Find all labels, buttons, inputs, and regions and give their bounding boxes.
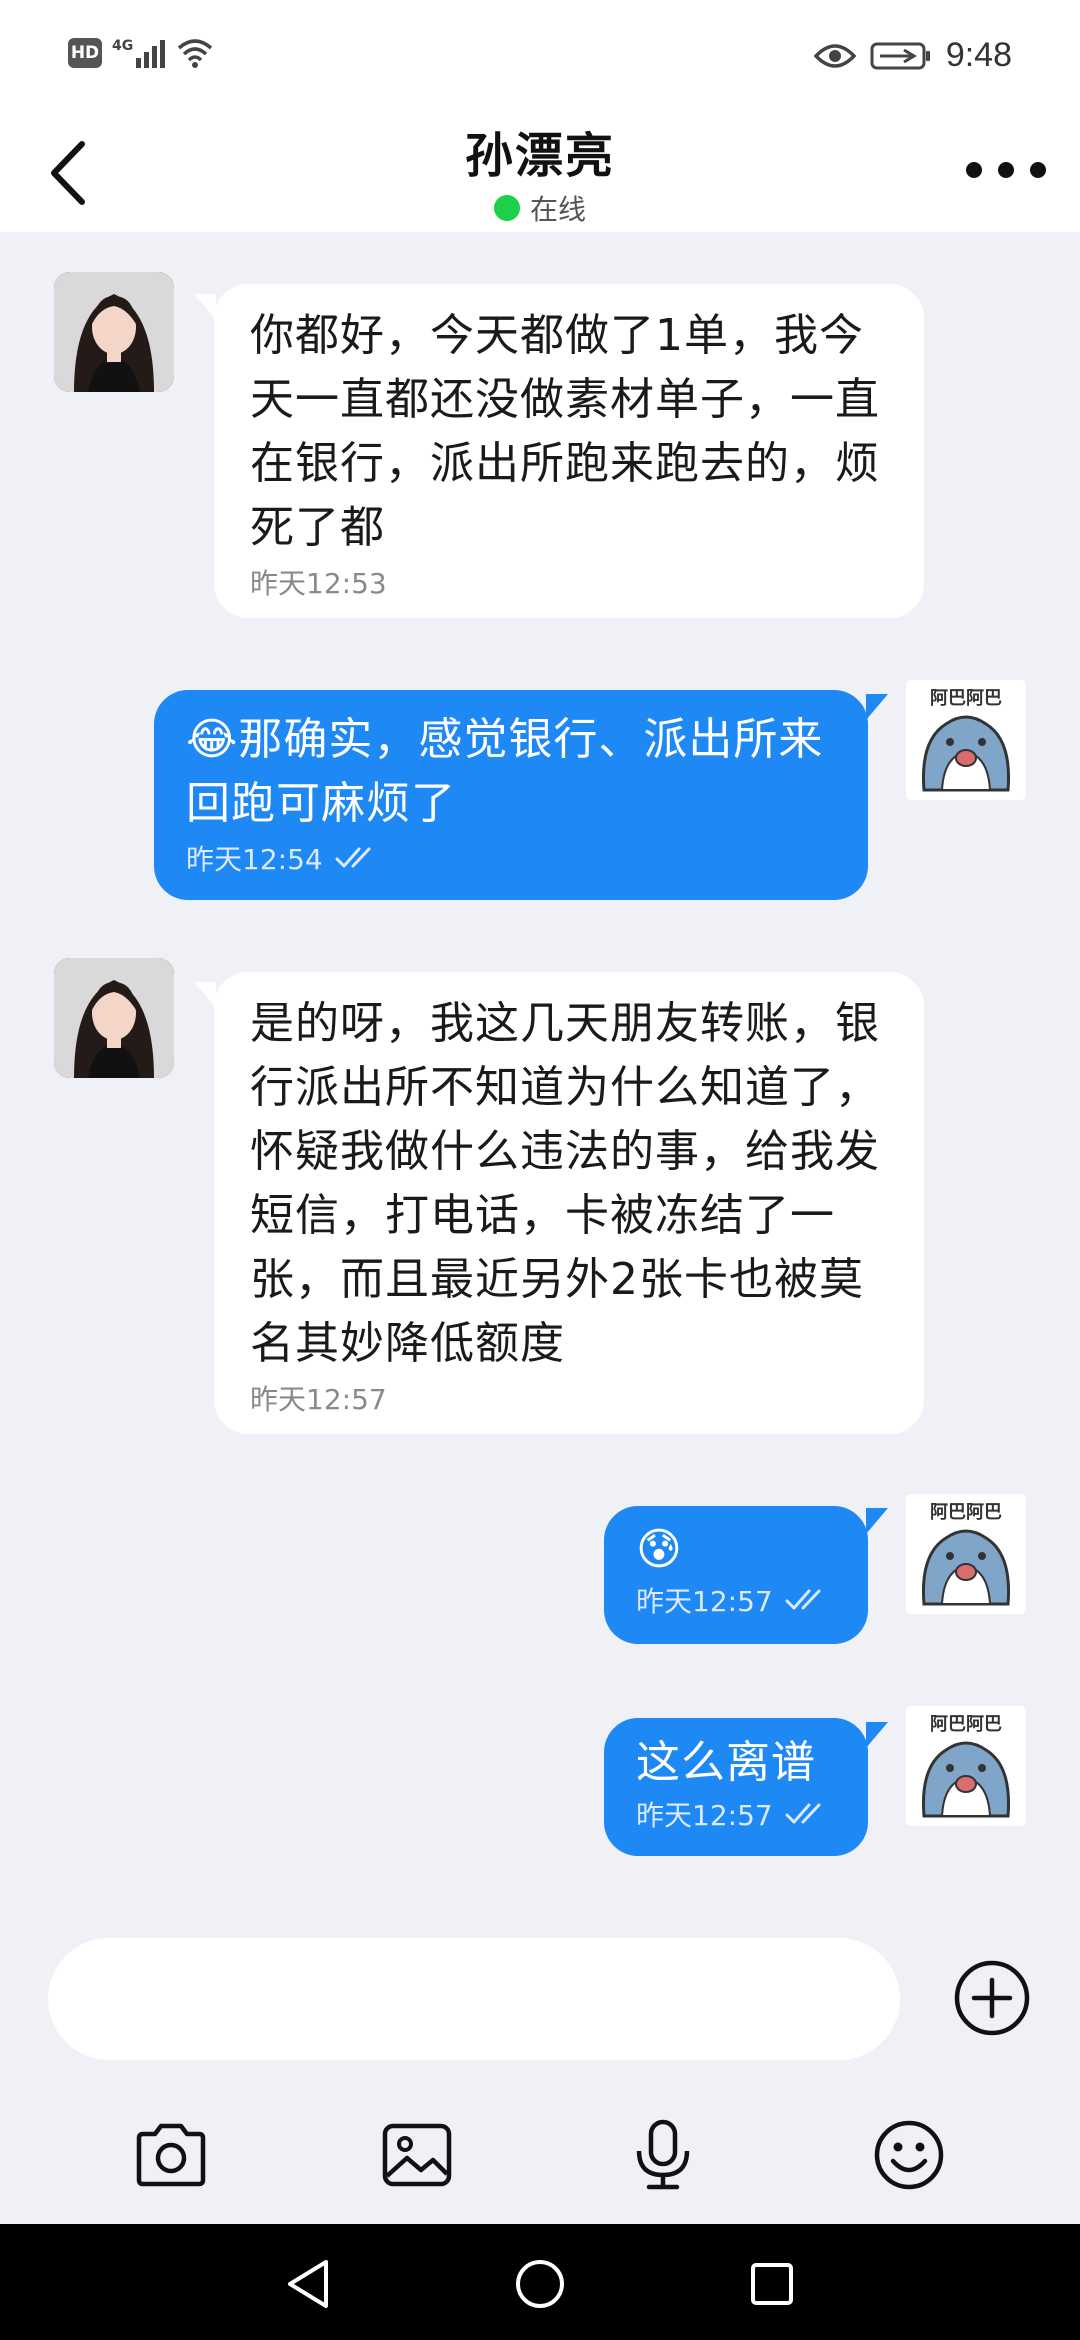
online-label: 在线 <box>529 193 586 226</box>
message-bubble-out[interactable]: 😂那确实，感觉银行、派出所来回跑可麻烦了 昨天12:54 <box>154 690 868 900</box>
system-nav-bar <box>0 2224 1080 2340</box>
camera-button[interactable] <box>126 2110 216 2200</box>
contact-avatar[interactable] <box>54 272 174 392</box>
message-body: 那确实，感觉银行、派出所来回跑可麻烦了 <box>186 714 824 829</box>
nav-home-button[interactable] <box>510 2254 570 2314</box>
message-meta: 昨天12:57 <box>250 1378 888 1418</box>
self-avatar[interactable]: 阿巴阿巴 <box>906 680 1026 800</box>
message-time: 昨天12:57 <box>636 1799 773 1832</box>
nav-home-icon <box>516 2260 564 2308</box>
message-bubble-out[interactable]: 这么离谱 昨天12:57 <box>604 1718 868 1856</box>
nav-back-button[interactable] <box>278 2254 338 2314</box>
message-text: 这么离谱 <box>636 1737 816 1788</box>
contact-name: 孙漂亮 <box>464 128 615 184</box>
message-time: 昨天12:57 <box>250 1383 387 1416</box>
online-status: 在线 <box>0 188 1080 228</box>
title-wrap: 孙漂亮 在线 <box>0 116 1080 228</box>
message-text: 😂那确实，感觉银行、派出所来回跑可麻烦了 <box>186 708 836 836</box>
self-avatar[interactable]: 阿巴阿巴 <box>906 1494 1026 1614</box>
composer-toolbar <box>0 2110 1080 2220</box>
status-right: 9:48 <box>813 36 1012 75</box>
anxious-emoji-icon: 😰 <box>636 1524 683 1575</box>
message-time: 昨天12:53 <box>250 567 387 600</box>
composer <box>0 1920 1080 2230</box>
shark-sticker-avatar: 阿巴阿巴 <box>906 680 1026 800</box>
double-check-icon <box>785 1803 821 1824</box>
message-bubble-in[interactable]: 你都好，今天都做了1单，我今天一直都还没做素材单子，一直在银行，派出所跑来跑去的… <box>214 284 924 618</box>
message-bubble-in[interactable]: 是的呀，我这几天朋友转账，银行派出所不知道为什么知道了，怀疑我做什么违法的事，给… <box>214 972 924 1434</box>
message-meta: 昨天12:57 <box>636 1794 836 1834</box>
add-attachment-button[interactable] <box>952 1958 1032 2038</box>
avatar-photo <box>54 272 174 392</box>
plus-circle-icon <box>954 1960 1030 2036</box>
svg-text:阿巴阿巴: 阿巴阿巴 <box>930 1714 1002 1735</box>
battery-icon <box>870 42 930 69</box>
more-button[interactable] <box>966 150 1046 190</box>
status-bar: HD 4G 9:48 <box>0 0 1080 110</box>
bubble-tail <box>194 982 216 1008</box>
chat-header: 孙漂亮 在线 <box>0 110 1080 232</box>
double-check-icon <box>785 1589 821 1610</box>
status-left: HD 4G <box>68 38 215 68</box>
svg-text:阿巴阿巴: 阿巴阿巴 <box>930 688 1002 709</box>
wifi-icon <box>178 39 213 68</box>
message-input[interactable] <box>48 1938 900 2060</box>
online-dot <box>493 195 520 221</box>
self-avatar[interactable]: 阿巴阿巴 <box>906 1706 1026 1826</box>
nav-back-icon <box>288 2260 328 2308</box>
image-icon <box>382 2123 452 2187</box>
message-text: 是的呀，我这几天朋友转账，银行派出所不知道为什么知道了，怀疑我做什么违法的事，给… <box>250 998 880 1369</box>
svg-text:阿巴阿巴: 阿巴阿巴 <box>930 1502 1002 1523</box>
message-meta: 昨天12:54 <box>186 838 836 878</box>
message-meta: 昨天12:57 <box>636 1580 836 1620</box>
nav-recents-icon <box>751 2263 793 2305</box>
more-icon <box>966 162 982 178</box>
image-button[interactable] <box>372 2110 462 2200</box>
contact-avatar[interactable] <box>54 958 174 1078</box>
bubble-tail <box>866 694 888 720</box>
message-meta: 昨天12:53 <box>250 562 888 602</box>
bubble-tail <box>194 294 216 320</box>
double-check-icon <box>335 847 371 868</box>
signal-icon: 4G <box>112 38 166 68</box>
camera-icon <box>136 2123 206 2187</box>
hd-badge: HD <box>68 38 102 68</box>
message-bubble-out[interactable]: 😰 昨天12:57 <box>604 1506 868 1644</box>
bubble-tail <box>866 1508 888 1534</box>
microphone-icon <box>636 2119 690 2190</box>
voice-button[interactable] <box>618 2110 708 2200</box>
clock: 9:48 <box>945 36 1012 74</box>
shark-sticker-avatar: 阿巴阿巴 <box>906 1706 1026 1826</box>
network-label: 4G <box>112 38 134 54</box>
shark-sticker-avatar: 阿巴阿巴 <box>906 1494 1026 1614</box>
avatar-photo <box>54 958 174 1078</box>
nav-recents-button[interactable] <box>742 2254 802 2314</box>
message-time: 昨天12:54 <box>186 843 323 876</box>
emoji-icon <box>874 2120 944 2190</box>
message-text: 你都好，今天都做了1单，我今天一直都还没做素材单子，一直在银行，派出所跑来跑去的… <box>250 310 880 553</box>
laughing-emoji-icon: 😂 <box>186 714 239 765</box>
bubble-tail <box>866 1722 888 1748</box>
emoji-button[interactable] <box>864 2110 954 2200</box>
eye-icon <box>813 43 856 68</box>
message-time: 昨天12:57 <box>636 1585 773 1618</box>
